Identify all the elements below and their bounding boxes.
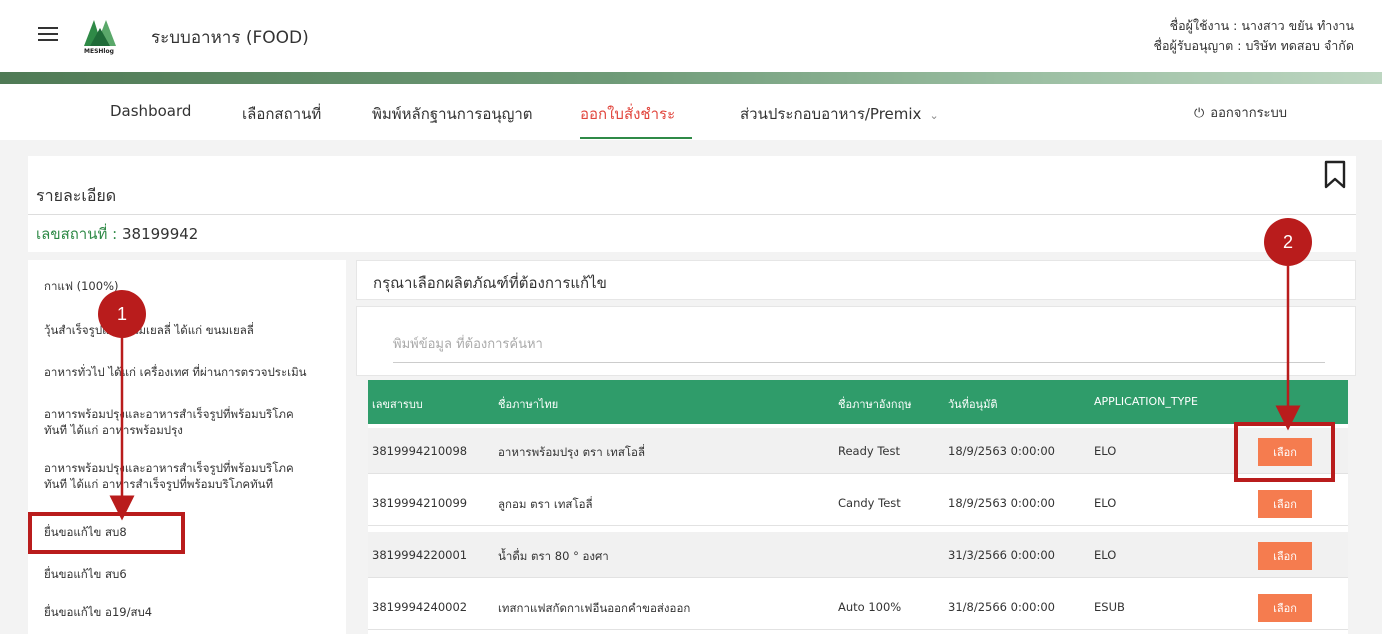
location-number: เลขสถานที่ : 38199942 (36, 222, 198, 246)
sidebar-item-line1: อาหารพร้อมปรุงและอาหารสำเร็จรูปที่พร้อมบ… (44, 407, 294, 421)
col-header: เลขสารบบ (372, 398, 423, 411)
licensee-name: ชื่อผู้รับอนุญาต : บริษัท ทดสอบ จำกัด (1153, 38, 1355, 53)
logout-label: ออกจากระบบ (1210, 106, 1288, 121)
panel-header: กรุณาเลือกผลิตภัณฑ์ที่ต้องการแก้ไข (356, 260, 1356, 300)
cell-id: 3819994210099 (372, 496, 468, 510)
cell-id: 3819994210098 (372, 444, 468, 458)
annotation-step-1: 1 (98, 290, 146, 338)
sidebar-item[interactable]: กาแฟ (100%) (44, 278, 118, 294)
hamburger-menu-icon[interactable] (38, 26, 58, 42)
user-info: ชื่อผู้ใช้งาน : นางสาว ขยัน ทำงาน ชื่อผู… (1154, 16, 1355, 56)
divider (28, 214, 1356, 215)
cell-thai-name: น้ำดื่ม ตรา 80 ° องศา (498, 549, 609, 563)
cell-english-name: Auto 100% (838, 600, 902, 614)
table-row: 3819994240002 เทสกาแฟสกัดกาเฟอีนออกคำขอส… (368, 584, 1348, 630)
cell-date: 31/8/2566 0:00:00 (948, 600, 1055, 614)
cell-thai-name: ลูกอม ตรา เทสโอลี่ (498, 497, 593, 511)
annotation-step-2: 2 (1264, 218, 1312, 266)
nav-food-ingredients-label: ส่วนประกอบอาหาร/Premix (740, 105, 922, 123)
chevron-down-icon: ⌄ (929, 109, 939, 122)
nav-dashboard[interactable]: Dashboard (110, 102, 191, 120)
table-row: 3819994210099 ลูกอม ตรา เทสโอลี่ Candy T… (368, 480, 1348, 526)
sidebar-item[interactable]: อาหารทั่วไป ได้แก่ เครื่องเทศ ที่ผ่านการ… (44, 364, 307, 380)
cell-date: 18/9/2563 0:00:00 (948, 444, 1055, 458)
select-button[interactable]: เลือก (1258, 542, 1312, 570)
col-header: ชื่อภาษาไทย (498, 398, 559, 411)
bookmark-icon[interactable] (1324, 160, 1346, 190)
panel-title: กรุณาเลือกผลิตภัณฑ์ที่ต้องการแก้ไข (373, 274, 607, 292)
header-accent-bar (0, 72, 1382, 84)
annotation-box-2 (1234, 422, 1335, 482)
user-name: ชื่อผู้ใช้งาน : นางสาว ขยัน ทำงาน (1169, 18, 1354, 33)
sidebar-item-edit-a19-sb4[interactable]: ยื่นขอแก้ไข อ19/สบ4 (44, 604, 152, 620)
product-type-sidebar: กาแฟ (100%) วุ้นสำเร็จรูปและขนมเยลลี่ ได… (28, 260, 346, 634)
power-icon: ⏻ (1194, 106, 1205, 121)
annotation-box-1 (28, 512, 185, 554)
cell-id: 3819994240002 (372, 600, 468, 614)
nav-print-license[interactable]: พิมพ์หลักฐานการอนุญาต (372, 102, 533, 126)
table-row: 3819994220001 น้ำดื่ม ตรา 80 ° องศา 31/3… (368, 532, 1348, 578)
cell-date: 31/3/2566 0:00:00 (948, 548, 1055, 562)
sidebar-item-line2: ทันที ได้แก่ อาหารพร้อมปรุง (44, 423, 183, 437)
logo-text: MESHlog (84, 48, 114, 55)
cell-english-name: Ready Test (838, 444, 901, 458)
cell-id: 3819994220001 (372, 548, 468, 562)
cell-type: ELO (1094, 496, 1117, 510)
select-button[interactable]: เลือก (1258, 490, 1312, 518)
sidebar-item[interactable]: วุ้นสำเร็จรูปและขนมเยลลี่ ได้แก่ ขนมเยลล… (44, 322, 254, 338)
table-row: 3819994210098 อาหารพร้อมปรุง ตรา เทสโอลี… (368, 428, 1348, 474)
cell-date: 18/9/2563 0:00:00 (948, 496, 1055, 510)
sidebar-item-edit-sb6[interactable]: ยื่นขอแก้ไข สบ6 (44, 566, 127, 582)
nav-select-location[interactable]: เลือกสถานที่ (242, 102, 321, 126)
sidebar-item-line1: อาหารพร้อมปรุงและอาหารสำเร็จรูปที่พร้อมบ… (44, 461, 294, 475)
logout-button[interactable]: ⏻ ออกจากระบบ (1194, 102, 1287, 123)
app-title: ระบบอาหาร (FOOD) (151, 28, 309, 48)
nav-payment-order[interactable]: ออกใบสั่งชำระ (580, 102, 675, 126)
product-table: เลขสารบบ ชื่อภาษาไทย ชื่อภาษาอังกฤษ วันท… (368, 380, 1348, 634)
detail-card: รายละเอียด เลขสถานที่ : 38199942 (28, 156, 1356, 252)
sidebar-item[interactable]: อาหารพร้อมปรุงและอาหารสำเร็จรูปที่พร้อมบ… (44, 406, 294, 438)
nav-food-ingredients[interactable]: ส่วนประกอบอาหาร/Premix ⌄ (740, 102, 939, 126)
col-header: ชื่อภาษาอังกฤษ (838, 398, 912, 411)
cell-type: ELO (1094, 548, 1117, 562)
select-button[interactable]: เลือก (1258, 594, 1312, 622)
main-nav: Dashboard เลือกสถานที่ พิมพ์หลักฐานการอน… (0, 84, 1382, 140)
sidebar-item-line2: ทันที ได้แก่ อาหารสำเร็จรูปที่พร้อมบริโภ… (44, 477, 274, 491)
table-header: เลขสารบบ ชื่อภาษาไทย ชื่อภาษาอังกฤษ วันท… (368, 380, 1348, 424)
cell-type: ESUB (1094, 600, 1125, 614)
search-input[interactable] (393, 327, 1325, 363)
location-value: 38199942 (121, 225, 199, 243)
cell-thai-name: เทสกาแฟสกัดกาเฟอีนออกคำขอส่งออก (498, 601, 691, 615)
col-header: วันที่อนุมัติ (948, 398, 998, 411)
active-nav-underline (580, 137, 692, 139)
top-bar: MESHlog ระบบอาหาร (FOOD) ชื่อผู้ใช้งาน :… (0, 0, 1382, 72)
detail-title: รายละเอียด (36, 186, 117, 205)
cell-type: ELO (1094, 444, 1117, 458)
search-card (356, 306, 1356, 376)
col-header: APPLICATION_TYPE (1094, 395, 1198, 408)
cell-thai-name: อาหารพร้อมปรุง ตรา เทสโอลี่ (498, 445, 645, 459)
sidebar-item[interactable]: อาหารพร้อมปรุงและอาหารสำเร็จรูปที่พร้อมบ… (44, 460, 294, 492)
location-label: เลขสถานที่ : (36, 225, 118, 243)
cell-english-name: Candy Test (838, 496, 901, 510)
